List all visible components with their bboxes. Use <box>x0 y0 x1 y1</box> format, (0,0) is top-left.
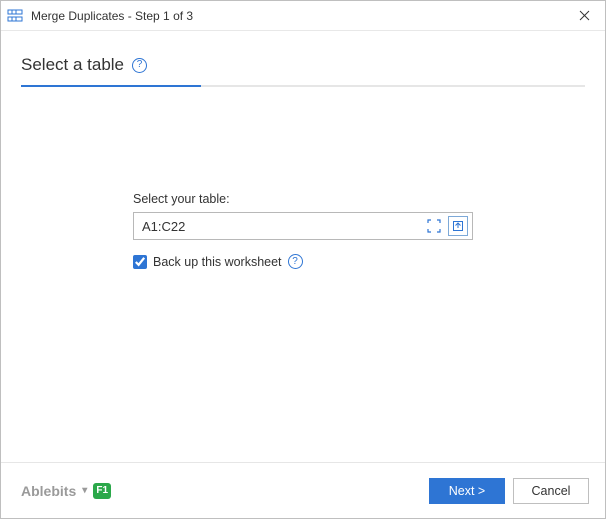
select-range-icon[interactable] <box>424 216 444 236</box>
range-input[interactable] <box>134 213 424 239</box>
footer: Ablebits ▾ F1 Next > Cancel <box>1 462 605 518</box>
wizard-header: Select a table ? <box>1 31 605 97</box>
f1-help-badge[interactable]: F1 <box>93 483 111 499</box>
titlebar: Merge Duplicates - Step 1 of 3 <box>1 1 605 31</box>
dialog-window: Merge Duplicates - Step 1 of 3 Select a … <box>0 0 606 519</box>
brand[interactable]: Ablebits ▾ <box>21 483 87 499</box>
window-title: Merge Duplicates - Step 1 of 3 <box>31 9 563 23</box>
brand-name: Ablebits <box>21 483 76 499</box>
close-button[interactable] <box>563 1 605 31</box>
range-label: Select your table: <box>133 192 473 206</box>
backup-checkbox[interactable] <box>133 255 147 269</box>
help-icon[interactable]: ? <box>288 254 303 269</box>
form-area: Select your table: <box>133 192 473 269</box>
app-icon <box>7 8 23 24</box>
chevron-down-icon: ▾ <box>82 485 87 496</box>
body: Select your table: <box>1 97 605 462</box>
backup-row: Back up this worksheet ? <box>133 254 473 269</box>
page-title: Select a table <box>21 55 124 75</box>
collapse-dialog-icon[interactable] <box>448 216 468 236</box>
next-button[interactable]: Next > <box>429 478 505 504</box>
range-input-wrap <box>133 212 473 240</box>
step-progress <box>21 85 585 87</box>
backup-label: Back up this worksheet <box>153 255 282 269</box>
help-icon[interactable]: ? <box>132 58 147 73</box>
range-input-icons <box>424 216 472 236</box>
cancel-button[interactable]: Cancel <box>513 478 589 504</box>
